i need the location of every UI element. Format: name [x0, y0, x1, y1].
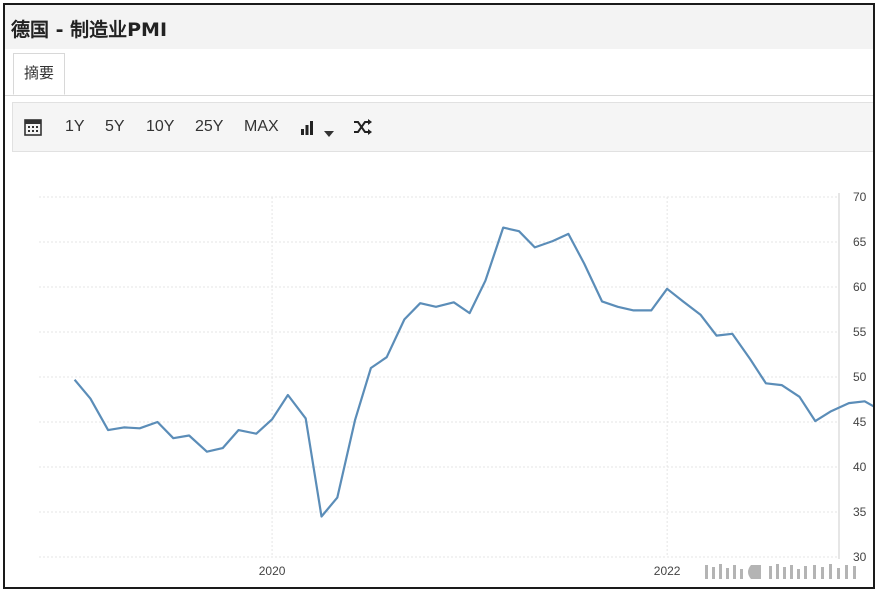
shuffle-icon[interactable] — [353, 119, 373, 140]
title-bar: 德国 - 制造业PMI — [5, 5, 873, 50]
bar-chart-icon[interactable] — [300, 120, 318, 140]
range-25y-button[interactable]: 25Y — [195, 103, 223, 151]
pmi-line-chart: 3035404550556065702020 2022 — [39, 190, 873, 578]
series-line — [73, 226, 873, 518]
chart-area: 30 35 40 45 50 55 60 65 70 2020 2022 — [5, 155, 873, 587]
chart-toolbar: 1Y 5Y 10Y 25Y MAX — [12, 102, 873, 152]
range-1y-button[interactable]: 1Y — [65, 103, 85, 151]
y-tick-label: 60 — [853, 280, 867, 294]
tab-summary[interactable]: 摘要 — [13, 53, 65, 95]
range-max-button[interactable]: MAX — [244, 103, 279, 151]
y-tick-label: 40 — [853, 460, 867, 474]
page-title: 德国 - 制造业PMI — [11, 19, 168, 41]
y-tick-label: 50 — [853, 370, 867, 384]
range-5y-button[interactable]: 5Y — [105, 103, 125, 151]
caret-down-icon[interactable] — [324, 124, 334, 142]
calendar-icon[interactable] — [24, 118, 42, 141]
x-tick-label: 2020 — [259, 564, 286, 578]
watermark-logo — [705, 564, 856, 579]
y-tick-label: 70 — [853, 190, 867, 204]
y-tick-label: 35 — [853, 505, 867, 519]
y-tick-label: 45 — [853, 415, 867, 429]
chart-window: 德国 - 制造业PMI 摘要 1Y 5Y 10Y 25Y MAX 30 35 4… — [3, 3, 875, 589]
x-tick-label: 2022 — [654, 564, 681, 578]
range-10y-button[interactable]: 10Y — [146, 103, 174, 151]
y-tick-label: 65 — [853, 235, 867, 249]
tab-bar: 摘要 — [5, 49, 873, 96]
y-tick-label: 55 — [853, 325, 867, 339]
